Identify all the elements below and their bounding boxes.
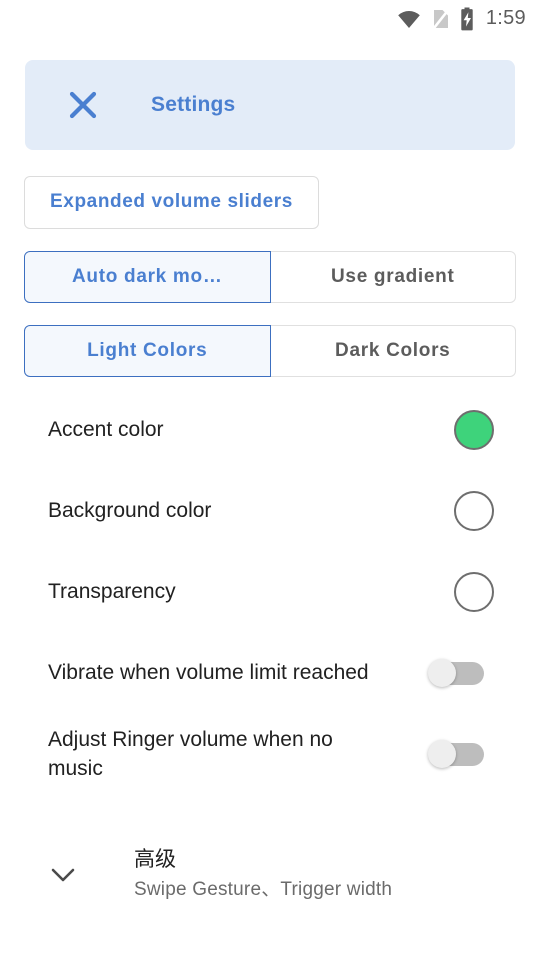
advanced-subtitle: Swipe Gesture、Trigger width bbox=[134, 879, 393, 900]
row-vibrate-volume-limit[interactable]: Vibrate when volume limit reached bbox=[0, 632, 540, 713]
advanced-section[interactable]: 高级 Swipe Gesture、Trigger width bbox=[0, 828, 540, 904]
advanced-text: 高级 Swipe Gesture、Trigger width bbox=[134, 846, 392, 904]
row-label: Transparency bbox=[48, 580, 176, 603]
colors-segmented-group: Light Colors Dark Colors bbox=[24, 325, 516, 377]
settings-header-card: Settings bbox=[25, 60, 515, 150]
segment-use-gradient[interactable]: Use gradient bbox=[270, 251, 516, 303]
advanced-title: 高级 bbox=[134, 848, 176, 871]
settings-list: Accent color Background color Transparen… bbox=[0, 389, 540, 794]
transparency-swatch[interactable] bbox=[454, 571, 494, 612]
row-accent-color[interactable]: Accent color bbox=[0, 389, 540, 470]
row-label: Accent color bbox=[48, 418, 164, 441]
row-adjust-ringer-volume[interactable]: Adjust Ringer volume when no music bbox=[0, 713, 540, 794]
background-color-swatch[interactable] bbox=[454, 490, 494, 531]
row-label: Adjust Ringer volume when no music bbox=[48, 727, 333, 780]
dark-mode-segmented-group: Auto dark mo… Use gradient bbox=[24, 251, 516, 303]
adjust-ringer-volume-toggle[interactable] bbox=[428, 739, 484, 768]
accent-color-swatch[interactable] bbox=[454, 409, 494, 450]
status-time: 1:59 bbox=[485, 7, 526, 29]
page-title: Settings bbox=[151, 93, 236, 116]
close-icon[interactable] bbox=[55, 77, 111, 133]
row-label: Background color bbox=[48, 499, 212, 522]
row-transparency[interactable]: Transparency bbox=[0, 551, 540, 632]
expanded-volume-sliders-row: Expanded volume sliders bbox=[0, 176, 540, 229]
wifi-icon bbox=[397, 9, 421, 29]
battery-charging-icon bbox=[459, 7, 475, 31]
segment-dark-colors[interactable]: Dark Colors bbox=[270, 325, 516, 377]
row-background-color[interactable]: Background color bbox=[0, 470, 540, 551]
status-bar: 1:59 bbox=[0, 0, 540, 38]
chevron-down-icon[interactable] bbox=[40, 865, 86, 885]
no-sim-icon bbox=[430, 8, 450, 30]
row-label: Vibrate when volume limit reached bbox=[48, 661, 369, 684]
vibrate-volume-limit-toggle[interactable] bbox=[428, 658, 484, 687]
segment-auto-dark-mode[interactable]: Auto dark mo… bbox=[24, 251, 271, 303]
toggle-thumb bbox=[428, 658, 456, 687]
expanded-volume-sliders-button[interactable]: Expanded volume sliders bbox=[24, 176, 319, 229]
toggle-thumb bbox=[428, 739, 456, 768]
segment-light-colors[interactable]: Light Colors bbox=[24, 325, 271, 377]
